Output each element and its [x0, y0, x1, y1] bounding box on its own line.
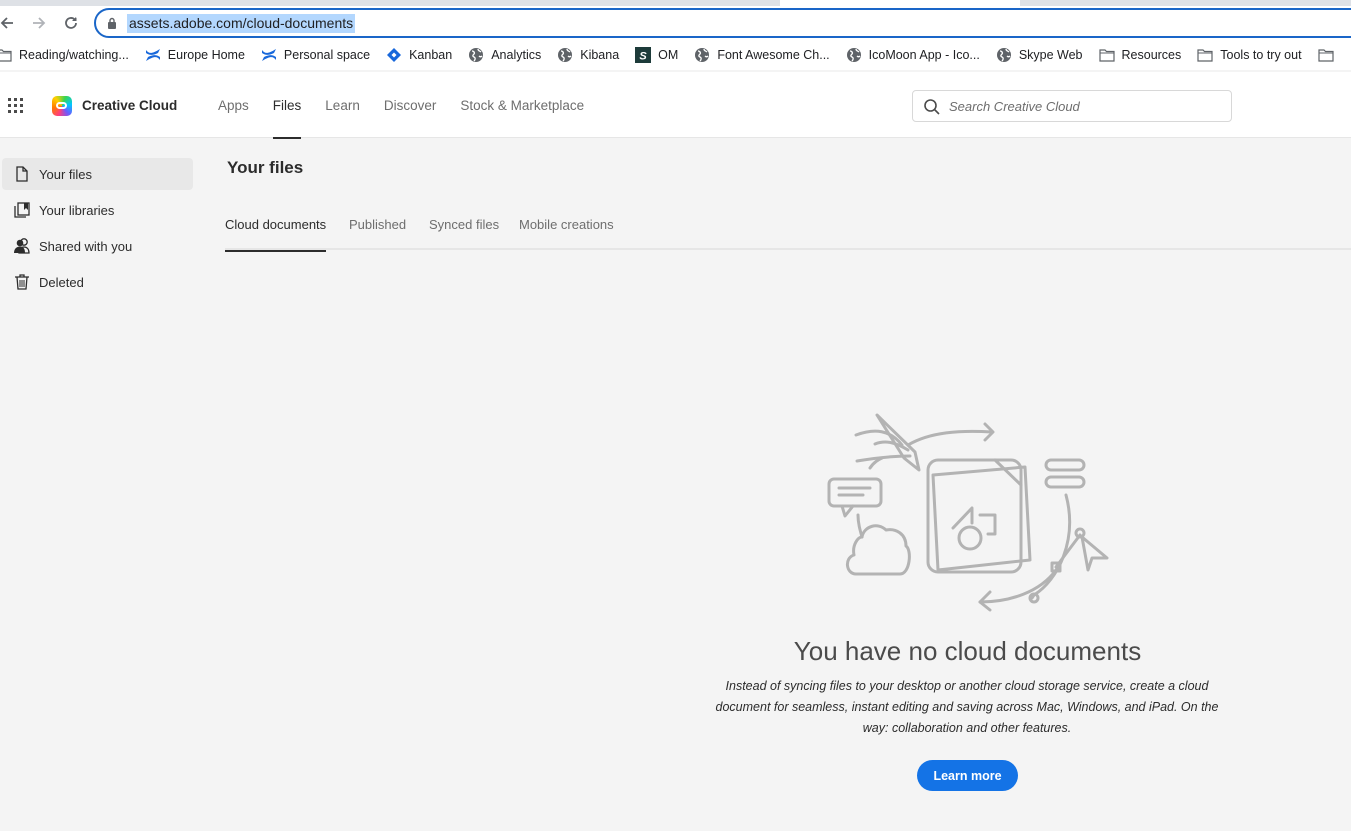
nav-files[interactable]: Files — [261, 72, 314, 139]
users-icon — [14, 238, 30, 254]
bookmark-overflow-folder[interactable] — [1310, 41, 1349, 69]
bookmark-label: Font Awesome Ch... — [717, 48, 830, 62]
tab-published[interactable]: Published — [349, 204, 406, 250]
bookmark-item[interactable]: Kanban — [378, 41, 460, 69]
nav-discover[interactable]: Discover — [372, 72, 449, 138]
bookmark-item[interactable]: Tools to try out — [1189, 41, 1309, 69]
bookmark-label: Tools to try out — [1220, 48, 1302, 62]
creative-cloud-logo[interactable] — [52, 96, 72, 116]
sidebar-item-label: Deleted — [39, 274, 84, 290]
empty-state-title: You have no cloud documents — [793, 636, 1142, 666]
reload-icon — [65, 17, 77, 29]
confluence-icon — [145, 47, 161, 63]
file-tabs: Cloud documents Published Synced files M… — [225, 204, 1351, 252]
folder-icon — [0, 47, 12, 63]
bookmark-item[interactable]: Font Awesome Ch... — [686, 41, 837, 69]
bookmark-item[interactable]: Skype Web — [988, 41, 1091, 69]
arrow-right-arc-icon — [906, 422, 995, 447]
libraries-icon — [14, 202, 30, 218]
url-text[interactable]: assets.adobe.com/cloud-documents — [127, 14, 356, 33]
chat-bubble-icon — [827, 456, 884, 518]
folder-icon — [1098, 47, 1115, 63]
app-switcher-icon[interactable] — [8, 98, 24, 114]
bookmark-label: Kibana — [580, 48, 620, 62]
tab-mobile-creations[interactable]: Mobile creations — [519, 204, 614, 250]
bookmark-label: Skype Web — [1018, 48, 1083, 62]
jira-diamond-icon — [386, 47, 402, 63]
bookmark-label: Reading/watching... — [19, 48, 129, 62]
globe-icon — [996, 47, 1012, 63]
cloud-icon — [846, 513, 911, 576]
globe-icon — [846, 47, 862, 63]
svg-text:S: S — [640, 51, 648, 63]
bookmark-item[interactable]: S OM — [627, 41, 686, 69]
learn-more-button[interactable]: Learn more — [917, 760, 1018, 791]
bookmark-label: Analytics — [491, 48, 542, 62]
bookmark-item[interactable]: Analytics — [460, 41, 549, 69]
trash-icon — [15, 274, 29, 290]
bookmark-item[interactable]: Europe Home — [137, 41, 253, 69]
sidebar-item-shared-with-you[interactable]: Shared with you — [2, 230, 193, 262]
cursor-arrow-icon — [1080, 535, 1109, 572]
bookmark-item[interactable]: Reading/watching... — [0, 41, 137, 69]
sidebar-item-your-libraries[interactable]: Your libraries — [2, 194, 193, 226]
s-badge-icon: S — [635, 47, 652, 63]
nav-stock-marketplace[interactable]: Stock & Marketplace — [448, 72, 596, 138]
top-navigation: Apps Files Learn Discover Stock & Marketplac… — [206, 72, 596, 139]
document-icon — [926, 458, 1032, 574]
folder-icon — [1197, 47, 1213, 63]
tab-cloud-documents[interactable]: Cloud documents — [225, 204, 327, 252]
tab-synced-files[interactable]: Synced files — [429, 204, 499, 250]
search-box[interactable] — [912, 90, 1232, 122]
confluence-icon — [261, 47, 277, 63]
nav-learn[interactable]: Learn — [313, 72, 372, 138]
back-button[interactable] — [0, 12, 18, 34]
folder-icon — [1317, 47, 1334, 63]
globe-icon — [557, 47, 573, 63]
brand-name[interactable]: Creative Cloud — [82, 98, 177, 113]
sidebar-item-label: Your libraries — [39, 202, 115, 218]
search-icon — [924, 99, 940, 115]
file-icon — [16, 166, 28, 182]
app-header: Creative Cloud Apps Files Learn Discover Sto… — [0, 72, 1351, 139]
empty-state-description: Instead of syncing files to your desktop… — [715, 679, 1219, 735]
reload-button[interactable] — [60, 12, 82, 34]
globe-icon — [694, 47, 710, 63]
page-title: Your files — [227, 158, 304, 177]
menu-lines-icon — [1044, 458, 1086, 489]
sidebar-item-your-files[interactable]: Your files — [2, 158, 193, 190]
bezier-curve-icon — [978, 493, 1086, 612]
arrow-right-icon — [33, 17, 46, 29]
globe-icon — [468, 47, 484, 63]
bookmark-label: OM — [658, 48, 679, 62]
bookmark-label: Personal space — [283, 48, 371, 62]
sidebar-item-deleted[interactable]: Deleted — [2, 266, 193, 298]
lock-icon — [108, 17, 116, 29]
bookmarks-bar: Reading/watching... Europe Home Personal s… — [0, 40, 1351, 70]
arrow-left-icon — [0, 17, 13, 29]
bookmark-item[interactable]: Kibana — [549, 41, 627, 69]
browser-toolbar: assets.adobe.com/cloud-documents — [0, 6, 1351, 40]
sidebar-item-label: Shared with you — [39, 238, 133, 254]
search-input[interactable] — [949, 96, 1219, 116]
bookmark-item[interactable]: IcoMoon App - Ico... — [838, 41, 988, 69]
forward-button[interactable] — [28, 12, 50, 34]
bookmark-label: Resources — [1121, 48, 1182, 62]
bookmark-item[interactable]: Resources — [1091, 41, 1190, 69]
address-bar[interactable]: assets.adobe.com/cloud-documents — [94, 8, 1351, 38]
sidebar-item-label: Your files — [39, 166, 92, 182]
bookmark-label: Kanban — [409, 48, 453, 62]
empty-state-illustration — [827, 413, 1109, 612]
nav-apps[interactable]: Apps — [206, 72, 261, 138]
bookmark-label: Europe Home — [167, 48, 245, 62]
bookmark-item[interactable]: Personal space — [253, 41, 378, 69]
bookmark-label: IcoMoon App - Ico... — [868, 48, 980, 62]
